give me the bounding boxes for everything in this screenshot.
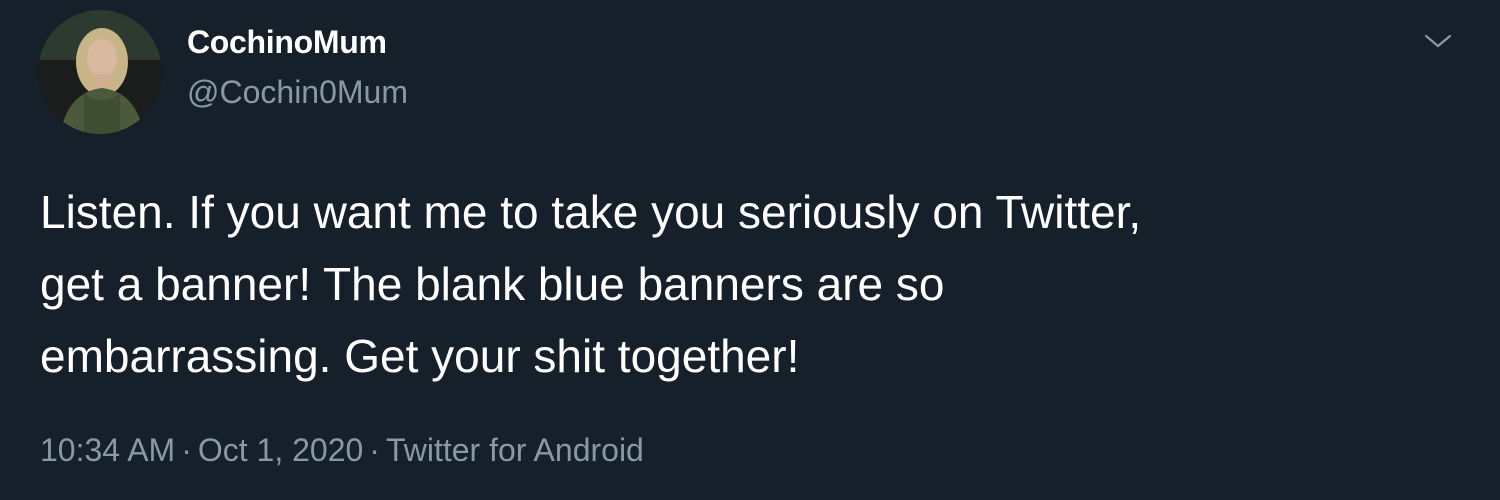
- user-handle[interactable]: @Cochin0Mum: [187, 74, 408, 111]
- tweet-menu-button[interactable]: [1416, 24, 1460, 58]
- tweet-source[interactable]: Twitter for Android: [386, 432, 644, 468]
- meta-separator: ·: [369, 432, 380, 468]
- tweet-date[interactable]: Oct 1, 2020: [198, 432, 363, 468]
- chevron-down-icon: [1424, 34, 1452, 48]
- avatar-image: [38, 10, 162, 134]
- meta-separator: ·: [181, 432, 192, 468]
- tweet-card: CochinoMum @Cochin0Mum Listen. If you wa…: [0, 0, 1500, 500]
- tweet-text: Listen. If you want me to take you serio…: [40, 186, 1142, 382]
- tweet-meta: 10:34 AM · Oct 1, 2020 · Twitter for Android: [40, 432, 644, 469]
- tweet-time[interactable]: 10:34 AM: [40, 432, 175, 468]
- display-name[interactable]: CochinoMum: [187, 24, 387, 61]
- avatar[interactable]: [38, 10, 162, 134]
